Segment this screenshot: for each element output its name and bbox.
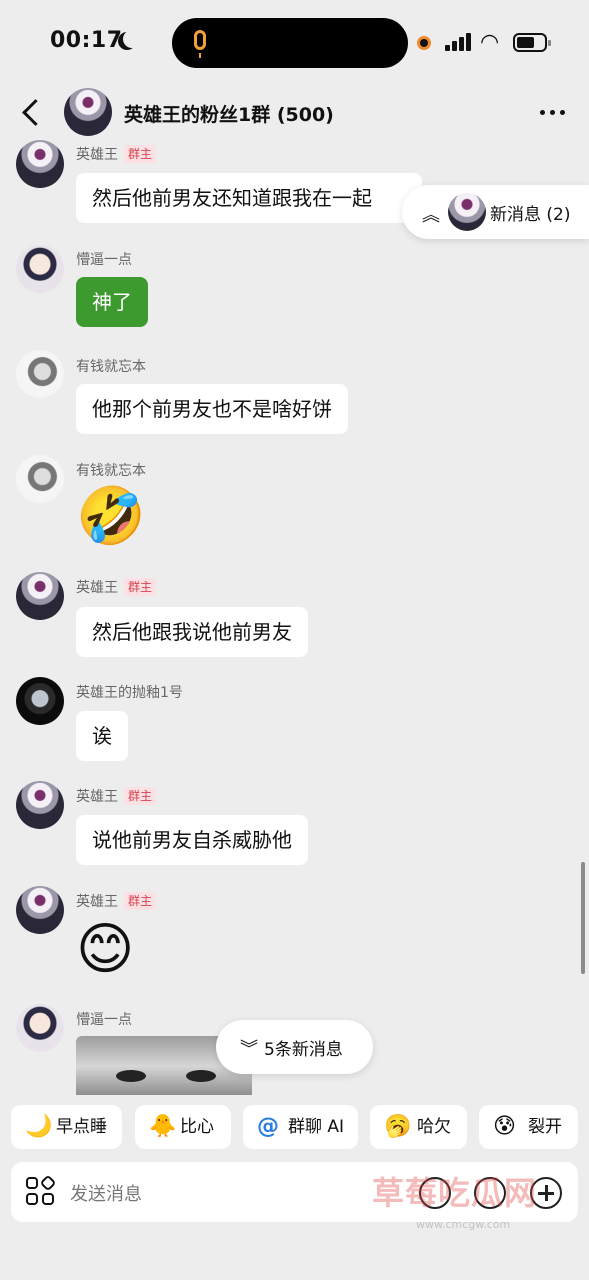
wifi-icon: ◠ <box>480 30 500 55</box>
avatar[interactable] <box>16 886 64 934</box>
smiling-emoji[interactable]: 😊 <box>76 918 140 982</box>
owner-badge: 群主 <box>124 145 157 163</box>
moon-sleep-icon: 🌙 <box>25 1114 53 1139</box>
apps-icon[interactable] <box>26 1174 57 1207</box>
message-bubble[interactable]: 诶 <box>76 711 128 761</box>
owner-badge: 群主 <box>124 892 157 910</box>
sender-line: 英雄王 群主 <box>76 786 157 806</box>
microphone-icon <box>194 30 206 58</box>
sender-name: 英雄王 <box>76 147 118 163</box>
battery-icon <box>513 33 551 52</box>
message-bubble[interactable]: 他那个前男友也不是啥好饼 <box>76 384 348 434</box>
avatar[interactable] <box>16 140 64 188</box>
watermark-text: 草莓吃瓜网 <box>372 1174 538 1212</box>
avatar[interactable] <box>16 455 64 503</box>
owner-badge: 群主 <box>124 578 157 596</box>
new-messages-count-label: 5条新消息 <box>264 1040 343 1060</box>
sender-name: 懵逼一点 <box>76 1012 132 1028</box>
moon-icon <box>123 30 141 48</box>
chip-label: 早点睡 <box>56 1117 107 1137</box>
avatar <box>448 193 486 231</box>
new-messages-bottom-button[interactable]: ︾ 5条新消息 <box>216 1020 373 1074</box>
more-options-icon[interactable] <box>540 110 566 116</box>
scrollbar[interactable] <box>581 862 585 974</box>
dynamic-island <box>172 18 408 68</box>
chevron-up-icon: ︽ <box>422 205 440 226</box>
quick-reply-chip[interactable]: 🐥 比心 <box>135 1105 231 1149</box>
back-button[interactable] <box>20 100 44 124</box>
chip-label: 哈欠 <box>417 1117 451 1137</box>
quick-reply-chip[interactable]: 🥱 哈欠 <box>370 1105 467 1149</box>
at-icon: @ <box>257 1114 279 1139</box>
chip-label: 比心 <box>180 1117 214 1137</box>
message-bubble[interactable]: 神了 <box>76 277 148 327</box>
message-bubble[interactable]: 说他前男友自杀威胁他 <box>76 815 308 865</box>
group-avatar[interactable] <box>64 88 112 136</box>
owner-badge: 群主 <box>124 787 157 805</box>
sender-name: 英雄王 <box>76 580 118 596</box>
avatar[interactable] <box>16 1004 64 1052</box>
sender-name: 英雄王 <box>76 894 118 910</box>
avatar[interactable] <box>16 781 64 829</box>
cracked-face-icon: 😰 <box>493 1114 516 1139</box>
group-title[interactable]: 英雄王的粉丝1群 (500) <box>124 100 334 127</box>
sender-name: 英雄王 <box>76 789 118 805</box>
quick-reply-chip[interactable]: @ 群聊 AI <box>243 1105 358 1149</box>
quick-reply-bar: 🌙 早点睡 🐥 比心 @ 群聊 AI 🥱 哈欠 😰 裂开 <box>0 1105 589 1150</box>
new-messages-label: 新消息 (2) <box>490 205 571 225</box>
message-bubble[interactable]: 然后他前男友还知道跟我在一起 <box>76 173 422 223</box>
chip-label: 裂开 <box>528 1117 562 1137</box>
status-time: 00:17 <box>50 28 123 53</box>
yawn-icon: 🥱 <box>384 1114 412 1139</box>
avatar[interactable] <box>16 245 64 293</box>
quick-reply-chip[interactable]: 😰 裂开 <box>479 1105 578 1149</box>
laughing-crying-emoji[interactable]: 🤣 <box>76 485 146 549</box>
sender-name: 有钱就忘本 <box>76 359 146 375</box>
sender-line: 英雄王 群主 <box>76 891 157 911</box>
sender-name: 英雄王的抛釉1号 <box>76 685 183 701</box>
avatar[interactable] <box>16 350 64 398</box>
avatar[interactable] <box>16 572 64 620</box>
chick-icon: 🐥 <box>149 1114 177 1139</box>
sender-line: 英雄王 群主 <box>76 577 157 597</box>
chevron-down-icon: ︾ <box>240 1039 258 1060</box>
message-input[interactable]: 发送消息 <box>70 1180 142 1206</box>
avatar[interactable] <box>16 677 64 725</box>
chip-label: 群聊 AI <box>288 1117 345 1137</box>
signal-icon <box>445 33 473 51</box>
new-messages-top-button[interactable]: ︽ 新消息 (2) <box>402 185 589 239</box>
quick-reply-chip[interactable]: 🌙 早点睡 <box>11 1105 122 1149</box>
chat-header: 英雄王的粉丝1群 (500) <box>0 88 589 140</box>
sender-name: 懵逼一点 <box>76 252 132 268</box>
message-bubble[interactable]: 然后他跟我说他前男友 <box>76 607 308 657</box>
sender-name: 有钱就忘本 <box>76 463 146 479</box>
watermark-url: www.cmcgw.com <box>416 1218 511 1231</box>
status-bar: 00:17 ◠ <box>0 0 589 88</box>
message-list[interactable]: 英雄王 群主 然后他前男友还知道跟我在一起 懵逼一点 神了 有钱就忘本 他那个前男… <box>0 140 589 1095</box>
watermark: 草莓吃瓜网 www.cmcgw.com <box>372 1168 584 1240</box>
sender-line: 英雄王 群主 <box>76 144 157 164</box>
recording-indicator-icon <box>417 36 431 50</box>
